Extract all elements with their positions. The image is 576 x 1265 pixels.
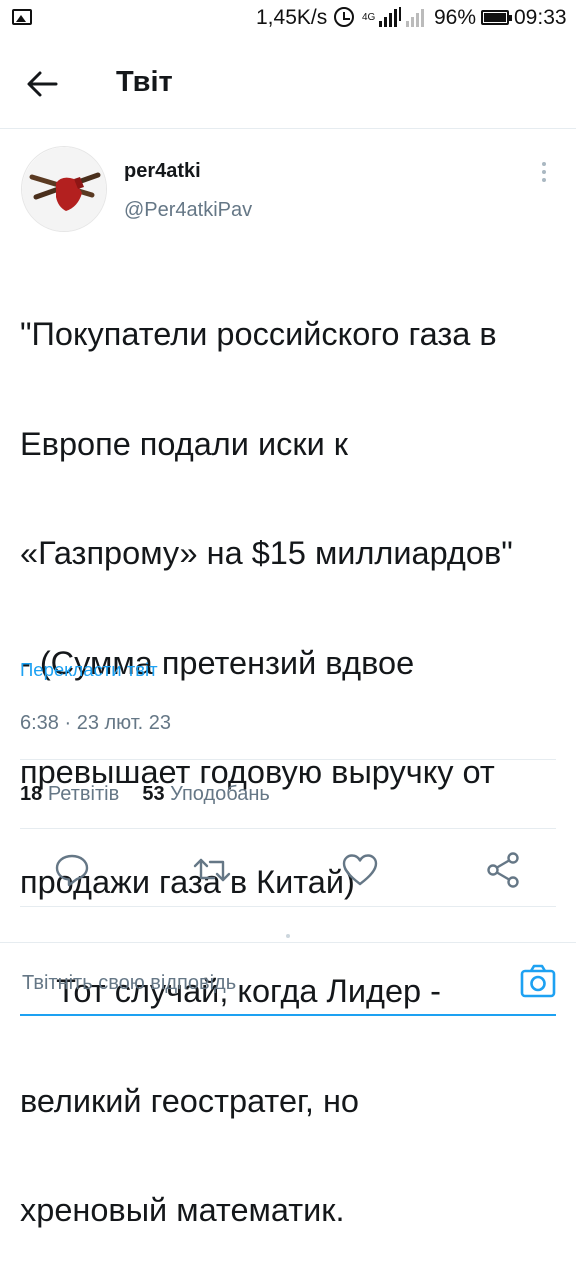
author-handle[interactable]: @Per4atkiPav bbox=[124, 199, 252, 222]
network-type: 4G bbox=[362, 12, 376, 23]
signal-secondary-icon bbox=[406, 9, 424, 27]
like-button[interactable] bbox=[338, 848, 382, 892]
divider bbox=[20, 759, 556, 760]
divider bbox=[20, 906, 556, 907]
likes-count: 53 bbox=[142, 783, 165, 805]
dot bbox=[542, 162, 546, 166]
translate-tweet-link[interactable]: Перекласти твіт bbox=[20, 659, 158, 681]
signal-icon bbox=[379, 7, 401, 27]
camera-button[interactable] bbox=[518, 962, 558, 1002]
clock: 09:33 bbox=[514, 6, 567, 29]
reply-input[interactable]: Твітніть свою відповідь bbox=[22, 972, 236, 995]
retweets-stat[interactable]: 18 Ретвітів bbox=[20, 783, 125, 805]
share-icon bbox=[487, 852, 519, 888]
arrow-left-icon bbox=[27, 71, 58, 97]
battery-icon bbox=[481, 10, 512, 25]
image-notification-icon bbox=[12, 9, 32, 25]
page-title: Твіт bbox=[116, 66, 173, 98]
scroll-indicator bbox=[286, 934, 290, 938]
engagement-stats: 18 Ретвітів 53 Уподобань bbox=[20, 783, 270, 806]
retweet-icon bbox=[193, 858, 231, 882]
alarm-icon bbox=[334, 7, 354, 27]
camera-icon bbox=[520, 964, 556, 998]
divider bbox=[20, 828, 556, 829]
retweets-label: Ретвітів bbox=[47, 783, 120, 805]
tweet-text-line: хреновый математик. bbox=[20, 1192, 345, 1228]
reply-icon bbox=[55, 854, 89, 887]
reply-button[interactable] bbox=[50, 848, 94, 892]
more-options-button[interactable] bbox=[534, 160, 554, 188]
retweets-count: 18 bbox=[20, 783, 43, 805]
dot bbox=[542, 178, 546, 182]
author-name[interactable]: per4atki bbox=[124, 160, 201, 183]
avatar-image bbox=[22, 147, 106, 231]
tweet-text-line: "Покупатели российского газа в bbox=[20, 316, 497, 352]
battery-percent: 96% bbox=[434, 6, 477, 29]
tweet-text-line: великий геостратег, но bbox=[20, 1082, 359, 1119]
retweet-button[interactable] bbox=[190, 848, 234, 892]
likes-label: Уподобань bbox=[170, 783, 270, 805]
dot bbox=[542, 170, 546, 174]
status-bar: 1,45K/s 4G 96% 09:33 bbox=[0, 0, 576, 40]
avatar[interactable] bbox=[21, 146, 107, 232]
header: Твіт bbox=[0, 40, 576, 129]
tweet-timestamp: 6:38 · 23 лют. 23 bbox=[20, 712, 172, 734]
likes-stat[interactable]: 53 Уподобань bbox=[142, 783, 270, 805]
back-button[interactable] bbox=[22, 64, 62, 104]
heart-icon bbox=[342, 854, 378, 886]
network-speed: 1,45K/s bbox=[256, 6, 328, 29]
tweet-text: "Покупатели российского газа в Европе по… bbox=[20, 243, 568, 1265]
share-button[interactable] bbox=[482, 848, 526, 892]
tweet-text-line: Европе подали иски к bbox=[20, 425, 348, 462]
reply-input-underline bbox=[20, 1014, 556, 1016]
tweet-text-line: «Газпрому» на $15 миллиардов" bbox=[20, 535, 513, 571]
